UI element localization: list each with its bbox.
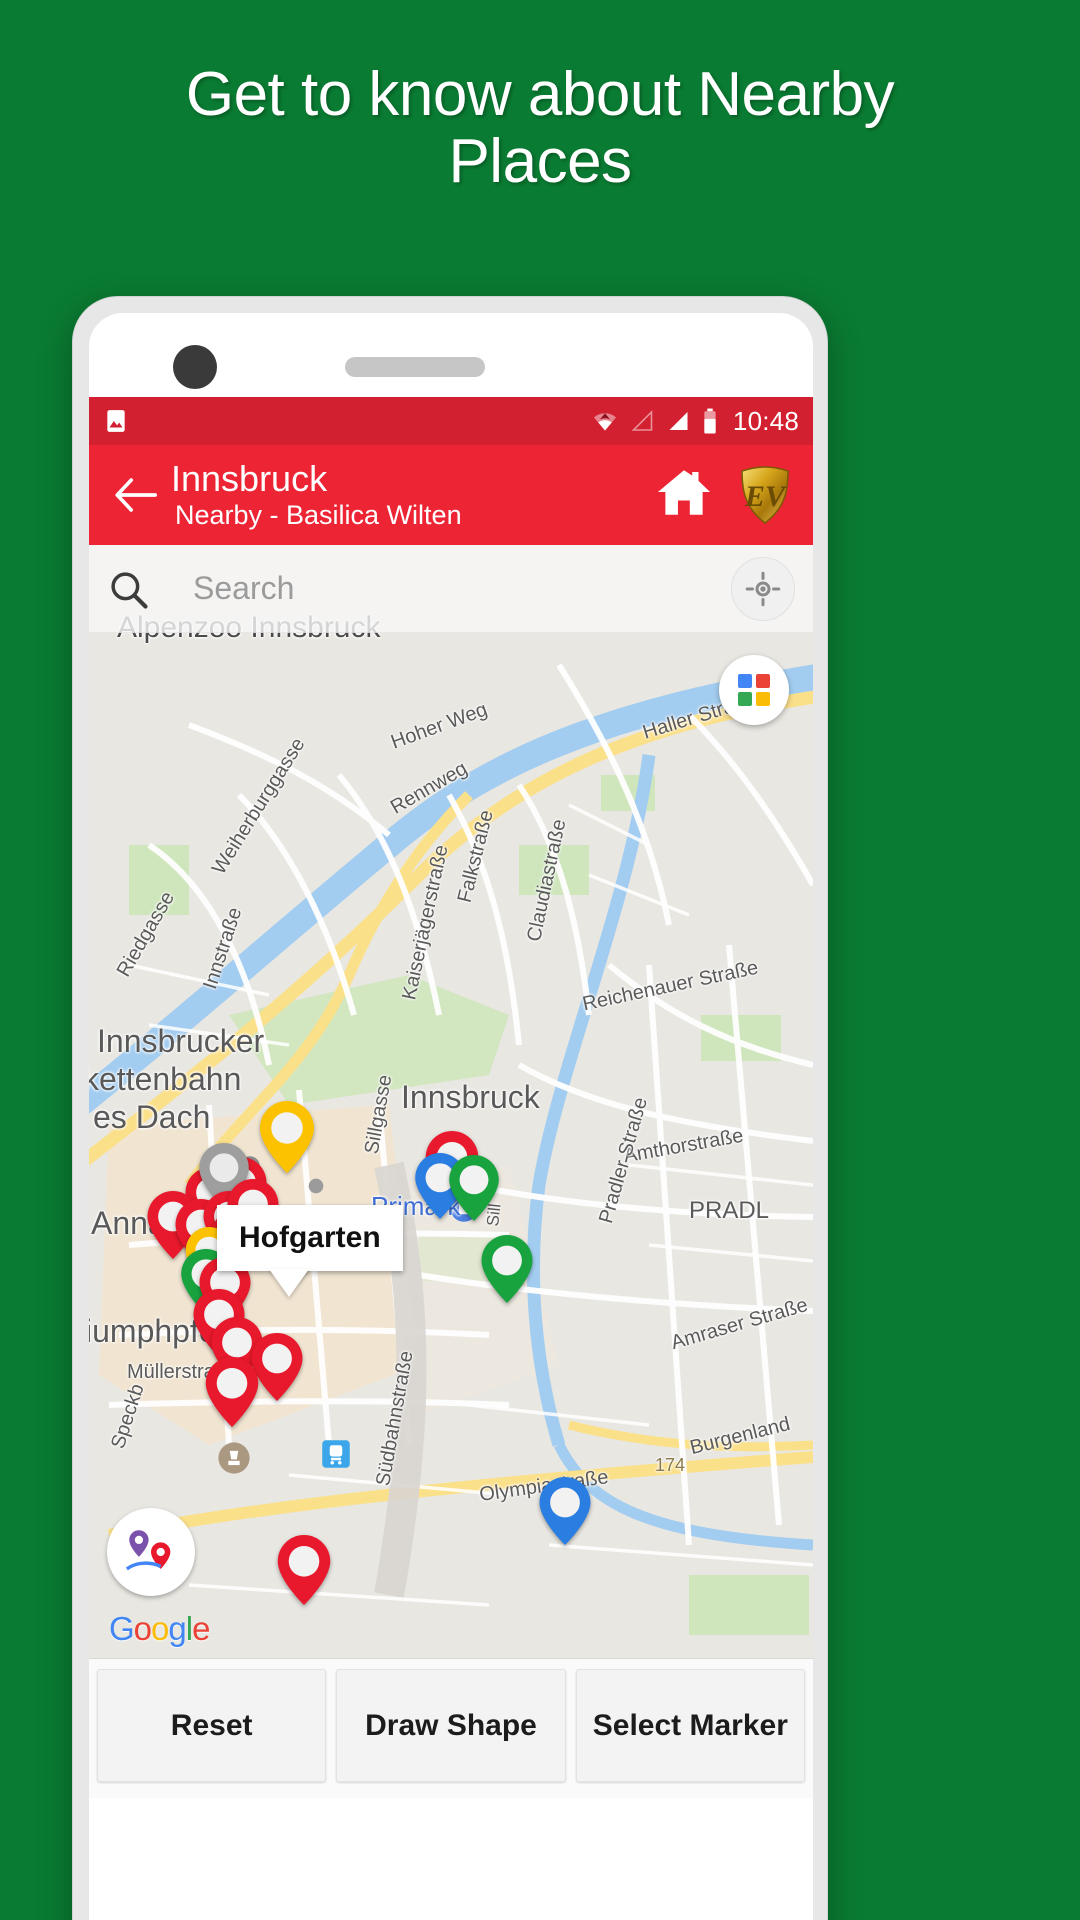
- app-bar-titles: Innsbruck Nearby - Basilica Wilten: [167, 457, 655, 532]
- bottom-action-bar: Reset Draw Shape Select Marker: [89, 1658, 813, 1798]
- map-label: 174: [655, 1455, 686, 1475]
- map-marker[interactable]: [277, 1535, 331, 1605]
- svg-text:EV: EV: [744, 480, 788, 513]
- map-marker[interactable]: [481, 1235, 533, 1303]
- my-location-button[interactable]: [731, 557, 795, 621]
- status-bar-system-icons: 10:48: [591, 406, 799, 437]
- app-bar-actions: EV: [655, 466, 791, 525]
- monument-icon: [218, 1442, 250, 1474]
- map-info-window[interactable]: Hofgarten: [217, 1205, 403, 1297]
- phone-device-frame: 10:48 Innsbruck Nearby - Basilica Wilten: [72, 296, 828, 1920]
- map-layers-button[interactable]: [719, 655, 789, 725]
- app-bar-subtitle: Nearby - Basilica Wilten: [175, 499, 462, 530]
- google-attribution: Google: [109, 1610, 210, 1647]
- page-title: Get to know about Nearby Places: [185, 60, 895, 196]
- layers-grid-icon: [738, 674, 770, 706]
- arrow-left-icon: [115, 478, 157, 512]
- map-label: Innsbruck: [401, 1079, 540, 1115]
- wifi-icon: [593, 413, 616, 431]
- front-camera-icon: [173, 345, 217, 389]
- earpiece-speaker: [345, 357, 485, 377]
- phone-bezel-top: [89, 313, 813, 397]
- phone-screen: 10:48 Innsbruck Nearby - Basilica Wilten: [89, 313, 813, 1920]
- back-button[interactable]: [105, 477, 167, 513]
- navigation-bar: [89, 1798, 813, 1808]
- signal-empty-icon: [631, 410, 653, 431]
- poi-pin-icon: [308, 1178, 324, 1194]
- info-window-tail: [269, 1269, 309, 1297]
- select-marker-button[interactable]: Select Marker: [575, 1669, 805, 1782]
- info-window-title: Hofgarten: [217, 1205, 403, 1271]
- status-bar-notifications: [103, 408, 129, 434]
- home-icon: [657, 469, 711, 515]
- home-button[interactable]: [655, 466, 713, 525]
- map-label: es Dach: [93, 1099, 211, 1135]
- app-bar-title: Innsbruck: [171, 457, 328, 499]
- status-bar: 10:48: [89, 397, 813, 445]
- app-bar: Innsbruck Nearby - Basilica Wilten EV: [89, 445, 813, 545]
- search-input[interactable]: Search: [193, 570, 294, 607]
- map-label: Innsbrucker: [97, 1023, 265, 1059]
- search-bar[interactable]: Search: [89, 545, 813, 633]
- my-location-icon: [745, 571, 781, 607]
- map-marker[interactable]: [539, 1477, 591, 1545]
- signal-full-icon: [669, 412, 688, 430]
- train-station-icon: [322, 1440, 350, 1468]
- map-marker[interactable]: [449, 1155, 499, 1221]
- ev-shield-logo-button[interactable]: EV: [739, 466, 791, 525]
- battery-icon: [704, 408, 716, 434]
- status-bar-clock: 10:48: [732, 405, 799, 436]
- draw-shape-button[interactable]: Draw Shape: [336, 1669, 566, 1782]
- search-icon[interactable]: [107, 568, 149, 610]
- map-marker[interactable]: [205, 1357, 259, 1427]
- map-view[interactable]: Alpenzoo Innsbruck Hoher Weg Haller Stra…: [89, 545, 813, 1658]
- map-logo-badge: [107, 1508, 195, 1596]
- map-marker[interactable]: [259, 1101, 315, 1173]
- ev-shield-logo: EV: [741, 466, 789, 525]
- image-icon: [107, 410, 125, 432]
- map-label: kettenbahn: [89, 1061, 242, 1097]
- reset-button[interactable]: Reset: [97, 1669, 327, 1782]
- map-label: PRADL: [689, 1197, 770, 1224]
